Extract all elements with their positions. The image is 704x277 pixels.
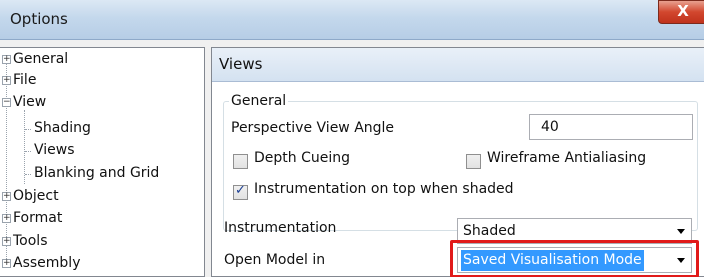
expand-icon[interactable]: + bbox=[2, 76, 11, 85]
open-model-dropdown[interactable]: Saved Visualisation Mode bbox=[457, 247, 692, 273]
tree-item-label: Format bbox=[13, 210, 63, 226]
tree-item-label: General bbox=[13, 51, 69, 67]
views-settings-page: Views General Perspective View Angle 40 … bbox=[211, 47, 704, 277]
check-icon: ✓ bbox=[235, 183, 246, 198]
open-model-value: Saved Visualisation Mode bbox=[461, 250, 644, 271]
chevron-down-icon bbox=[677, 258, 685, 263]
expand-icon[interactable]: + bbox=[2, 192, 11, 201]
perspective-angle-label: Perspective View Angle bbox=[231, 120, 395, 136]
instrumentation-on-top-label: Instrumentation on top when shaded bbox=[254, 181, 514, 197]
options-tree: + General + File − View Shading Views Bl… bbox=[0, 47, 205, 277]
instrumentation-value: Shaded bbox=[463, 223, 516, 239]
open-model-label: Open Model in bbox=[224, 252, 326, 268]
collapse-icon[interactable]: − bbox=[2, 98, 11, 107]
tree-item-label: Shading bbox=[34, 120, 91, 136]
close-icon: X bbox=[677, 2, 689, 20]
title-bar: Options X bbox=[0, 0, 704, 40]
tree-item-label: Blanking and Grid bbox=[34, 165, 160, 181]
instrumentation-label: Instrumentation bbox=[224, 220, 337, 236]
tree-item-label: Tools bbox=[13, 233, 48, 249]
window-title: Options bbox=[10, 10, 68, 28]
depth-cueing-label: Depth Cueing bbox=[254, 150, 351, 166]
tree-item-label: Views bbox=[34, 142, 75, 158]
tree-item-label: Object bbox=[13, 188, 59, 204]
tree-item-label: File bbox=[13, 72, 37, 88]
perspective-angle-input[interactable]: 40 bbox=[529, 114, 693, 140]
tree-connector bbox=[25, 129, 31, 130]
tree-connector bbox=[25, 174, 31, 175]
tree-item-label: Assembly bbox=[13, 255, 81, 271]
wireframe-antialiasing-label: Wireframe Antialiasing bbox=[487, 150, 647, 166]
tree-connector bbox=[25, 151, 31, 152]
group-label: General bbox=[229, 93, 289, 109]
chevron-down-icon bbox=[677, 229, 685, 234]
tree-connector bbox=[6, 59, 7, 259]
depth-cueing-checkbox[interactable] bbox=[233, 154, 248, 169]
page-header: Views bbox=[212, 48, 704, 82]
expand-icon[interactable]: + bbox=[2, 214, 11, 223]
expand-icon[interactable]: + bbox=[2, 259, 11, 268]
expand-icon[interactable]: + bbox=[2, 237, 11, 246]
tree-item-label: View bbox=[13, 94, 47, 110]
perspective-angle-value: 40 bbox=[541, 119, 559, 135]
options-window: + General + File − View Shading Views Bl… bbox=[0, 40, 704, 277]
page-title: Views bbox=[219, 55, 263, 73]
instrumentation-on-top-checkbox[interactable]: ✓ bbox=[233, 183, 248, 200]
tree-connector bbox=[24, 110, 25, 184]
expand-icon[interactable]: + bbox=[2, 55, 11, 64]
wireframe-antialiasing-checkbox[interactable] bbox=[466, 154, 481, 169]
close-button[interactable]: X bbox=[658, 0, 704, 24]
